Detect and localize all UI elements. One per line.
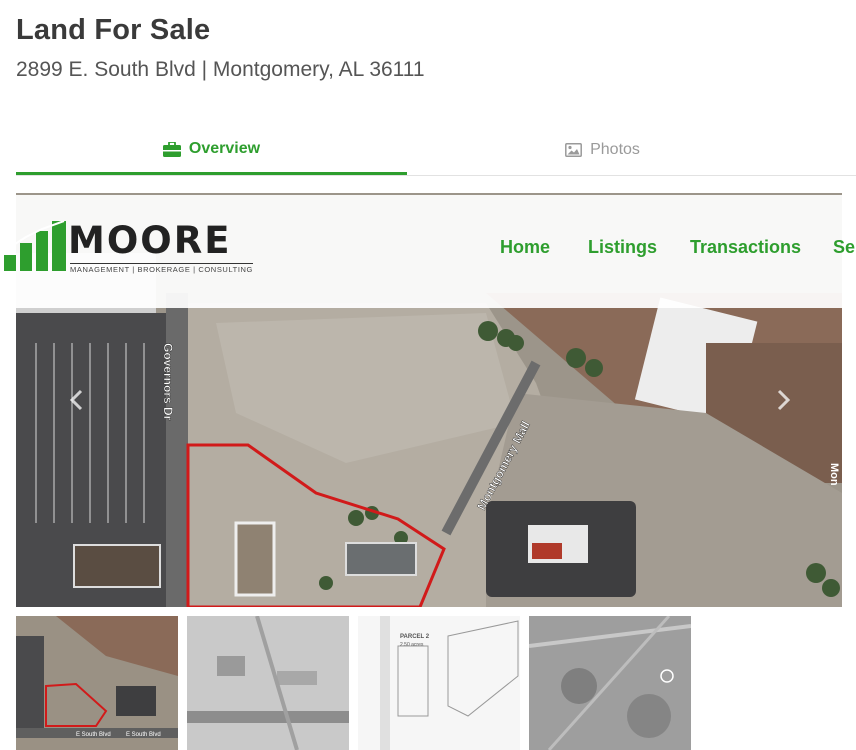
chevron-left-icon[interactable]	[66, 388, 90, 412]
property-address: 2899 E. South Blvd | Montgomery, AL 3611…	[16, 58, 425, 81]
image-icon	[565, 143, 583, 157]
thumbnail-street-aerial[interactable]	[187, 616, 349, 750]
edge-label-right: Mon	[828, 463, 840, 486]
thumbnail-area-map[interactable]	[529, 616, 691, 750]
logo-wordmark: MOORE	[68, 219, 232, 262]
nav-listings[interactable]: Listings	[588, 237, 657, 258]
listing-tabs: Overview Photos	[16, 126, 856, 176]
nav-home[interactable]: Home	[500, 237, 550, 258]
tab-overview[interactable]: Overview	[16, 126, 407, 175]
tab-photos[interactable]: Photos	[407, 126, 798, 174]
thumbnail-aerial-site[interactable]: E South Blvd E South Blvd	[16, 616, 178, 750]
logo-tagline: MANAGEMENT | BROKERAGE | CONSULTING	[70, 263, 253, 274]
thumbnail-image: E South Blvd E South Blvd	[16, 616, 178, 750]
chevron-right-icon[interactable]	[770, 388, 794, 412]
bar-chart-logo-icon	[4, 221, 66, 271]
tab-overview-label: Overview	[188, 140, 261, 157]
svg-text:E South Blvd: E South Blvd	[126, 732, 161, 738]
svg-text:2.50 acres: 2.50 acres	[400, 642, 424, 648]
thumbnail-image: PARCEL 2 2.50 acres	[358, 616, 520, 750]
svg-text:E South Blvd: E South Blvd	[76, 732, 111, 738]
nav-services-truncated[interactable]: Se	[833, 237, 855, 258]
thumbnail-image	[187, 616, 349, 750]
governors-dr-label: Governors Dr	[161, 343, 175, 421]
site-navbar: MOORE MANAGEMENT | BROKERAGE | CONSULTIN…	[0, 195, 856, 308]
svg-text:PARCEL 2: PARCEL 2	[400, 634, 430, 640]
thumbnail-site-plan[interactable]: PARCEL 2 2.50 acres	[358, 616, 520, 750]
briefcase-icon	[162, 141, 181, 157]
page-title: Land For Sale	[16, 14, 211, 46]
moore-logo[interactable]: MOORE MANAGEMENT | BROKERAGE | CONSULTIN…	[4, 217, 260, 275]
thumbnail-image	[529, 616, 691, 750]
nav-transactions[interactable]: Transactions	[690, 237, 801, 258]
tab-photos-label: Photos	[590, 141, 640, 158]
